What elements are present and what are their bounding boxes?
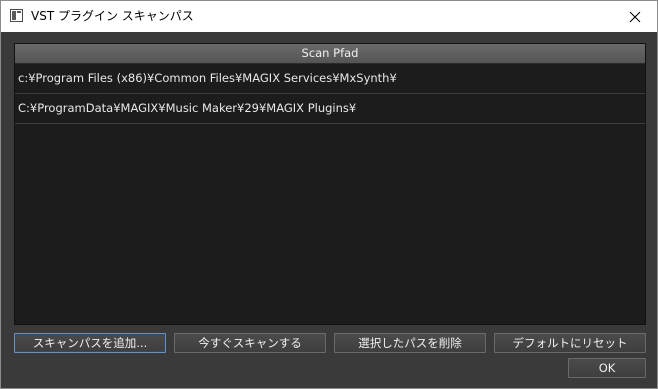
- column-header-scan-path[interactable]: Scan Pfad: [15, 44, 645, 64]
- ok-button[interactable]: OK: [568, 358, 646, 378]
- window-icon: [10, 9, 23, 22]
- reset-to-default-button[interactable]: デフォルトにリセット: [494, 333, 646, 353]
- title-bar[interactable]: VST プラグイン スキャンパス: [1, 1, 657, 32]
- add-scan-path-button[interactable]: スキャンパスを追加...: [14, 333, 166, 353]
- scan-now-button[interactable]: 今すぐスキャンする: [174, 333, 326, 353]
- list-item[interactable]: c:¥Program Files (x86)¥Common Files¥MAGI…: [15, 64, 645, 94]
- scan-path-list[interactable]: Scan Pfad c:¥Program Files (x86)¥Common …: [14, 43, 646, 325]
- close-icon: [629, 11, 640, 22]
- remove-selected-path-button[interactable]: 選択したパスを削除: [334, 333, 486, 353]
- close-button[interactable]: [612, 1, 657, 32]
- list-item[interactable]: C:¥ProgramData¥MAGIX¥Music Maker¥29¥MAGI…: [15, 94, 645, 124]
- dialog-window: VST プラグイン スキャンパス Scan Pfad c:¥Program Fi…: [0, 0, 658, 389]
- window-title: VST プラグイン スキャンパス: [31, 9, 194, 23]
